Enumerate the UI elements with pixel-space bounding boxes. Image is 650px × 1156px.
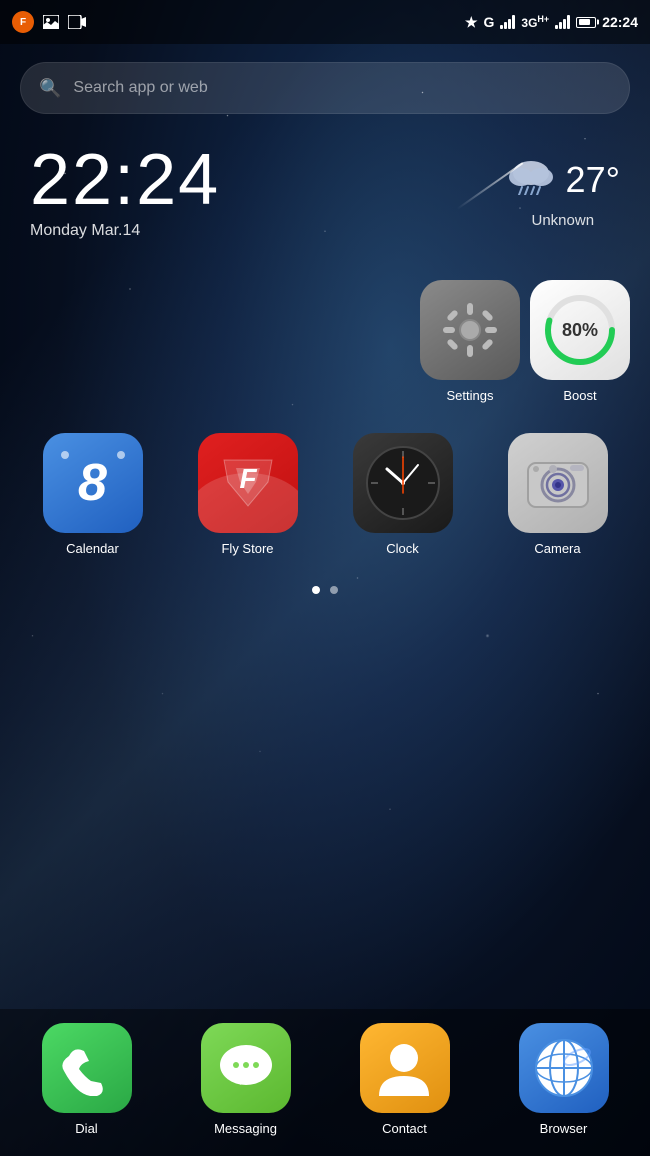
flystore-label: Fly Store [221, 541, 273, 556]
dock-contact[interactable]: Contact [328, 1023, 481, 1136]
contact-icon [360, 1023, 450, 1113]
search-icon: 🔍 [39, 78, 61, 99]
page-indicators [0, 566, 650, 604]
app-calendar[interactable]: 8 Calendar [20, 433, 165, 556]
app-camera[interactable]: Camera [485, 433, 630, 556]
messaging-svg [217, 1041, 275, 1096]
browser-svg [533, 1037, 595, 1099]
app-clock[interactable]: Clock [330, 433, 475, 556]
page-dot-1[interactable] [312, 586, 320, 594]
clock-display: 22:24 Monday Mar.14 [30, 144, 506, 240]
flystore-arc-decoration [198, 473, 298, 533]
clock-label: Clock [386, 541, 419, 556]
weather-temperature: 27° [566, 159, 620, 201]
star-icon: ★ [465, 14, 478, 31]
clock-date: Monday Mar.14 [30, 222, 506, 240]
weather-cloud-icon [506, 155, 556, 204]
dial-svg [59, 1041, 114, 1096]
clock-face-svg [363, 443, 443, 523]
boost-label: Boost [563, 388, 596, 403]
app-boost[interactable]: 80% Boost [530, 280, 630, 403]
app-settings[interactable]: Settings [420, 280, 520, 403]
boost-ring-svg: 80% [540, 290, 620, 370]
app-grid: 8 Calendar F Fly Store [0, 403, 650, 566]
status-bar-right: ★ G 3GH+ 22:24 [465, 14, 638, 31]
page-dot-2[interactable] [330, 586, 338, 594]
status-bar: F ★ G 3GH+ [0, 0, 650, 44]
dial-label: Dial [75, 1121, 97, 1136]
main-content: 🔍 22:24 Monday Mar.14 [0, 44, 650, 1156]
camera-label: Camera [534, 541, 580, 556]
screen-record-icon [68, 13, 86, 31]
settings-label: Settings [447, 388, 494, 403]
gear-svg [440, 300, 500, 360]
calendar-icon: 8 [43, 433, 143, 533]
contact-svg [377, 1038, 432, 1098]
status-bar-left: F [12, 11, 86, 33]
camera-icon [508, 433, 608, 533]
dock-browser[interactable]: Browser [487, 1023, 640, 1136]
dial-icon [42, 1023, 132, 1113]
dock-dial[interactable]: Dial [10, 1023, 163, 1136]
fly-launcher-icon: F [12, 11, 34, 33]
flystore-icon: F [198, 433, 298, 533]
settings-icon [420, 280, 520, 380]
dock: Dial Messaging Co [0, 1009, 650, 1156]
weather-widget: 27° Unknown [506, 155, 620, 229]
app-flystore[interactable]: F Fly Store [175, 433, 320, 556]
calendar-pin-right [117, 451, 125, 459]
calendar-pin-left [61, 451, 69, 459]
browser-icon [519, 1023, 609, 1113]
battery-icon [576, 17, 596, 28]
messaging-icon [201, 1023, 291, 1113]
clock-weather-widget: 22:24 Monday Mar.14 27° U [0, 124, 650, 250]
signal-bars-2 [555, 15, 570, 29]
messaging-label: Messaging [214, 1121, 277, 1136]
search-input[interactable] [73, 79, 611, 97]
clock-time: 22:24 [30, 144, 506, 216]
top-app-row: Settings 80% Boost [0, 250, 650, 403]
svg-text:80%: 80% [562, 320, 598, 340]
dock-messaging[interactable]: Messaging [169, 1023, 322, 1136]
search-bar[interactable]: 🔍 [20, 62, 630, 114]
signal-bars [500, 15, 515, 29]
network-3g: 3GH+ [521, 14, 549, 30]
boost-icon: 80% [530, 280, 630, 380]
network-type: G [484, 14, 495, 30]
clock-time-status: 22:24 [602, 14, 638, 30]
image-icon [42, 13, 60, 31]
clock-icon [353, 433, 453, 533]
calendar-number: 8 [78, 453, 107, 513]
calendar-label: Calendar [66, 541, 119, 556]
contact-label: Contact [382, 1121, 427, 1136]
browser-label: Browser [540, 1121, 588, 1136]
camera-svg [518, 443, 598, 523]
weather-location: Unknown [532, 212, 595, 229]
